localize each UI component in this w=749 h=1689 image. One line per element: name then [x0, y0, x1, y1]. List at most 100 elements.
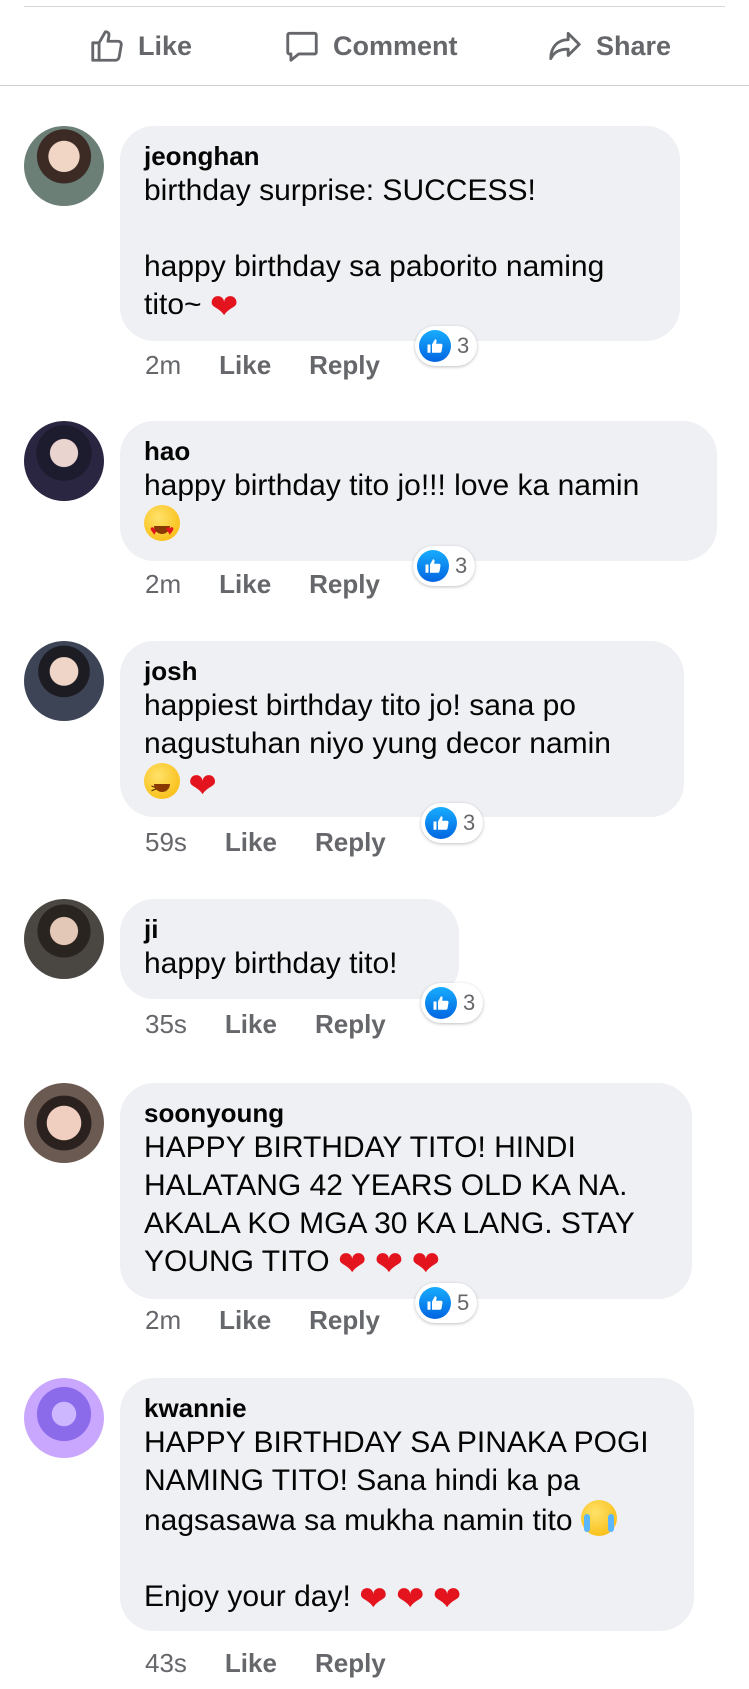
comment-time: 43s [145, 1648, 187, 1678]
comment-like-button[interactable]: Like [225, 827, 277, 858]
comment-reply-button[interactable]: Reply [309, 569, 380, 600]
comment-like-button[interactable]: Like [219, 1305, 271, 1336]
comment-author[interactable]: ji [144, 913, 435, 945]
comment-meta: 2m Like Reply [145, 569, 418, 600]
comment-line [144, 505, 693, 549]
comment-action-button[interactable]: Comment [283, 7, 458, 85]
comment-line: happy birthday tito! [144, 947, 398, 980]
avatar[interactable] [24, 1083, 104, 1163]
comment-reply-button[interactable]: Reply [309, 350, 380, 381]
comment-reply-button[interactable]: Reply [315, 1648, 386, 1679]
comment-reply-button[interactable]: Reply [309, 1305, 380, 1336]
like-action-label: Like [138, 30, 193, 61]
like-reaction-icon [425, 807, 457, 839]
comment-line: happiest birthday tito jo! sana po [144, 689, 576, 722]
comment-line: nagsasawa sa mukha namin tito [144, 1500, 670, 1540]
comment-bubble: soonyoung HAPPY BIRTHDAY TITO! HINDI HAL… [120, 1083, 692, 1299]
avatar[interactable] [24, 421, 104, 501]
comment-author[interactable]: kwannie [144, 1392, 670, 1424]
comment-action-label: Comment [333, 30, 458, 61]
comment-line: NAMING TITO! Sana hindi ka pa [144, 1464, 580, 1497]
thumbs-up-icon [91, 30, 123, 62]
comment-author[interactable]: soonyoung [144, 1097, 668, 1129]
comment-line-text: nagsasawa sa mukha namin tito [144, 1504, 573, 1537]
speech-bubble-icon [286, 31, 318, 62]
red-heart-emoji: ❤ [337, 1245, 367, 1283]
like-reaction-icon [419, 330, 451, 362]
comment-time: 2m [145, 1305, 182, 1335]
reaction-count: 3 [457, 333, 470, 358]
avatar[interactable] [24, 641, 104, 721]
grinning-squinting-emoji [144, 763, 180, 808]
comment-bubble: josh happiest birthday tito jo! sana po … [120, 641, 684, 817]
reaction-count-badge[interactable]: 3 [421, 983, 484, 1023]
avatar[interactable] [24, 899, 104, 979]
avatar[interactable] [24, 1378, 104, 1458]
red-heart-emoji: ❤ [359, 1580, 388, 1618]
comment-meta: 2m Like Reply [145, 1305, 418, 1336]
comment-like-button[interactable]: Like [225, 1648, 277, 1679]
comment-author[interactable]: josh [144, 655, 660, 687]
comment-reply-button[interactable]: Reply [315, 1009, 386, 1040]
comment-meta: 59s Like Reply [145, 827, 424, 858]
comment-time: 59s [145, 827, 187, 857]
reaction-count: 3 [455, 553, 468, 578]
comment-line: HALATANG 42 YEARS OLD KA NA. [144, 1169, 628, 1202]
comment-bubble: jeonghan birthday surprise: SUCCESS! hap… [120, 126, 680, 341]
comment-meta: 2m Like Reply [145, 350, 418, 381]
reaction-count-badge[interactable]: 5 [415, 1283, 478, 1323]
red-heart-emoji: ❤ [209, 288, 239, 326]
comment-line: happy birthday tito jo!!! love ka namin [144, 469, 640, 502]
comment-author[interactable]: hao [144, 435, 693, 467]
like-reaction-icon [425, 987, 457, 1019]
comment-line-text: tito~ [144, 288, 202, 321]
comment-like-button[interactable]: Like [219, 350, 271, 381]
red-heart-emoji: ❤ [188, 767, 217, 805]
comment-line: AKALA KO MGA 30 KA LANG. STAY [144, 1207, 635, 1240]
red-heart-emoji: ❤ [411, 1245, 441, 1283]
action-bar-divider [0, 85, 749, 86]
reaction-count-badge[interactable]: 3 [415, 326, 478, 366]
comment-line: happy birthday sa paborito naming [144, 250, 605, 283]
comment-line-text: YOUNG TITO [144, 1245, 330, 1278]
share-action-label: Share [596, 30, 672, 61]
comment-reply-button[interactable]: Reply [315, 827, 386, 858]
post-action-bar: Like Comment Share [0, 7, 749, 85]
comment-like-button[interactable]: Like [225, 1009, 277, 1040]
comment-line: tito~ ❤ [144, 286, 656, 324]
comment-author[interactable]: jeonghan [144, 140, 656, 172]
share-action-button[interactable]: Share [546, 7, 671, 85]
reaction-count-badge[interactable]: 3 [421, 803, 484, 843]
like-reaction-icon [419, 1287, 451, 1319]
reaction-count: 3 [463, 810, 476, 835]
comment-bubble: ji happy birthday tito! [120, 899, 459, 999]
comment-like-button[interactable]: Like [219, 569, 271, 600]
red-heart-emoji: ❤ [395, 1580, 425, 1618]
comment-line: HAPPY BIRTHDAY TITO! HINDI [144, 1131, 576, 1164]
reaction-count: 3 [463, 990, 476, 1015]
comment-line: birthday surprise: SUCCESS! [144, 174, 536, 207]
share-arrow-icon [549, 31, 581, 61]
comment-line-text: Enjoy your day! [144, 1580, 351, 1613]
loudly-crying-emoji [580, 1500, 617, 1536]
comment-line: HAPPY BIRTHDAY SA PINAKA POGI [144, 1426, 649, 1459]
like-action-button[interactable]: Like [88, 7, 192, 85]
comment-time: 2m [145, 569, 182, 599]
comment-line: ❤ [144, 763, 660, 808]
avatar[interactable] [24, 126, 104, 206]
comment-line: YOUNG TITO ❤ ❤ ❤ [144, 1243, 668, 1281]
comment-bubble: kwannie HAPPY BIRTHDAY SA PINAKA POGI NA… [120, 1378, 694, 1631]
comment-text: birthday surprise: SUCCESS! [144, 172, 656, 210]
reaction-count-badge[interactable]: 3 [413, 546, 476, 586]
comment-line: nagustuhan niyo yung decor namin [144, 727, 611, 760]
comment-time: 2m [145, 350, 182, 380]
comment-bubble: hao happy birthday tito jo!!! love ka na… [120, 421, 717, 561]
like-reaction-icon [417, 550, 449, 582]
reaction-count: 5 [457, 1290, 470, 1315]
heart-eyes-emoji [144, 505, 180, 549]
comment-line: Enjoy your day! ❤ ❤ ❤ [144, 1578, 670, 1616]
comment-meta: 43s Like Reply [145, 1648, 424, 1679]
red-heart-emoji: ❤ [374, 1245, 404, 1283]
